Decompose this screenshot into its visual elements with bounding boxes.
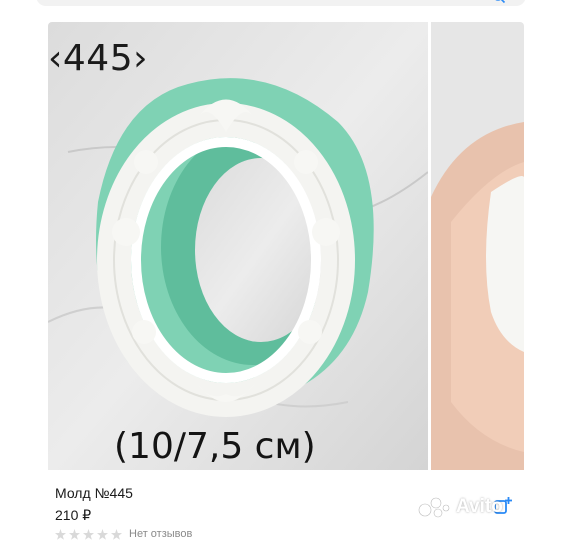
listing-price: 210 ₽ (55, 507, 92, 523)
star-icon (83, 528, 94, 540)
star-icon (55, 528, 66, 540)
product-photo-main[interactable] (48, 22, 428, 470)
listing-title[interactable]: Молд №445 (55, 485, 133, 501)
reviews-count: Нет отзывов (129, 528, 193, 540)
avito-wordmark: Avito (456, 496, 503, 517)
avito-watermark: Avito (418, 496, 503, 518)
star-icon (111, 528, 122, 540)
photo-size-caption: (10/7,5 см) (114, 426, 316, 467)
product-photo-next[interactable] (431, 22, 524, 470)
avito-logo-icon (418, 497, 450, 518)
star-icon (97, 528, 108, 540)
photo-gallery[interactable]: ‹445› (10/7,5 см) (48, 22, 524, 470)
star-icon (69, 528, 80, 540)
search-bar[interactable] (36, 0, 526, 6)
rating-row: Нет отзывов (55, 527, 192, 541)
photo-model-number: ‹445› (48, 38, 149, 79)
listing-card[interactable]: ‹445› (10/7,5 см) Молд №445 210 ₽ Нет от… (48, 22, 524, 540)
search-icon[interactable] (492, 0, 506, 4)
